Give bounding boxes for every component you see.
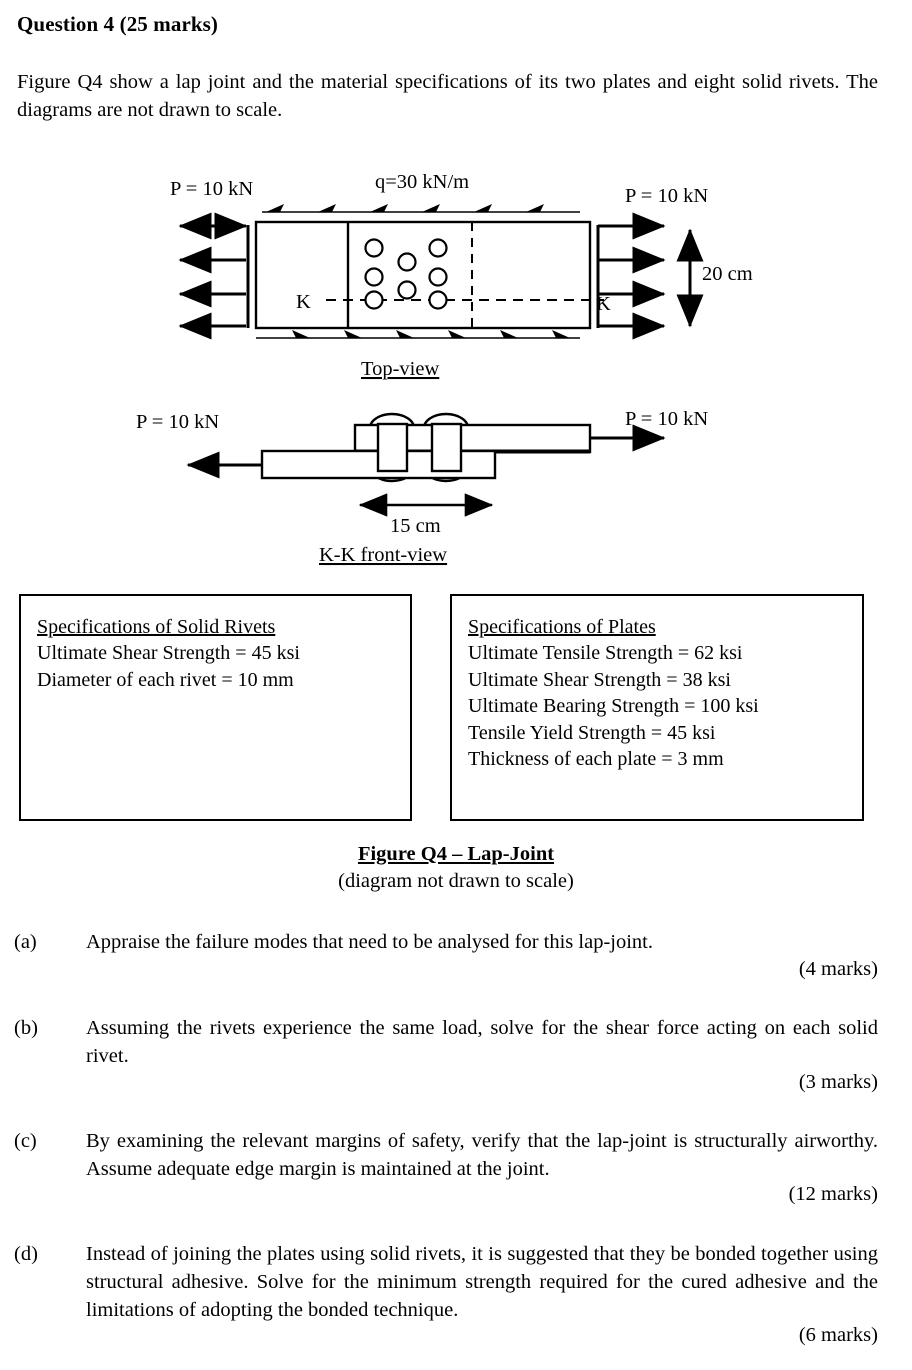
spec-plates-line: Ultimate Tensile Strength = 62 ksi [468, 642, 743, 664]
specifications-plates-box: Specifications of Plates Ultimate Tensil… [450, 594, 864, 821]
topview-left-load-label: P = 10 kN [170, 178, 253, 200]
figure-subcaption: (diagram not drawn to scale) [338, 870, 574, 892]
topview-label: Top-view [361, 358, 439, 380]
section-label-k-left: K [296, 291, 311, 313]
topview-left-load-arrows [178, 212, 250, 340]
spec-rivets-heading: Specifications of Solid Rivets [37, 616, 276, 638]
question-intro-text: Figure Q4 show a lap joint and the mater… [17, 71, 878, 121]
figure-q4-diagram: P = 10 kN q=30 kN/m P = 10 kN K K 20 cm … [0, 160, 912, 580]
part-b-marks: (3 marks) [798, 1071, 878, 1093]
distributed-load-top [262, 204, 580, 213]
part-d-label: (d) [14, 1243, 38, 1265]
height-dimension-label: 20 cm [702, 263, 753, 285]
frontview-left-load-label: P = 10 kN [136, 411, 219, 433]
spec-plates-heading: Specifications of Plates [468, 616, 656, 638]
specifications-rivets-box: Specifications of Solid Rivets Ultimate … [19, 594, 412, 821]
part-d-marks: (6 marks) [798, 1324, 878, 1346]
part-a-text: Appraise the failure modes that need to … [86, 931, 653, 953]
rivet-hole [428, 238, 448, 258]
rivet-shank [376, 422, 409, 473]
part-a-label: (a) [14, 931, 37, 953]
figure-caption: Figure Q4 – Lap-Joint [357, 843, 555, 865]
distributed-load-bottom [256, 330, 580, 339]
lap-joint-svg: P = 10 kN q=30 kN/m P = 10 kN K K 20 cm … [136, 171, 753, 566]
spec-rivets-line: Ultimate Shear Strength = 45 ksi [37, 642, 300, 664]
part-b-label: (b) [14, 1017, 38, 1039]
rivet-hole [364, 238, 384, 258]
part-d-text: Instead of joining the plates using soli… [86, 1243, 878, 1321]
frontview-label: K-K front-view [319, 544, 447, 566]
spec-rivets-line: Diameter of each rivet = 10 mm [37, 668, 294, 691]
spec-plates-line: Tensile Yield Strength = 45 ksi [468, 721, 716, 744]
distributed-load-label: q=30 kN/m [375, 171, 469, 193]
spec-plates-line: Thickness of each plate = 3 mm [468, 748, 724, 770]
rivet-hole [397, 280, 417, 300]
rivet-hole [428, 267, 448, 287]
part-b-text: Assuming the rivets experience the same … [86, 1017, 878, 1067]
rivet-shank [430, 422, 463, 473]
rivet-hole [397, 252, 417, 272]
exam-question-page: Question 4 (25 marks) Figure Q4 show a l… [0, 0, 912, 1370]
part-c-marks: (12 marks) [788, 1183, 878, 1205]
part-a-marks: (4 marks) [798, 958, 878, 980]
topview-right-load-label: P = 10 kN [625, 185, 708, 207]
spec-plates-line: Ultimate Shear Strength = 38 ksi [468, 668, 731, 691]
spec-plates-line: Ultimate Bearing Strength = 100 ksi [468, 695, 759, 717]
width-dimension-label: 15 cm [390, 515, 441, 537]
part-c-text: By examining the relevant margins of saf… [86, 1130, 878, 1180]
rivet-hole [364, 267, 384, 287]
frontview-right-load-label: P = 10 kN [625, 408, 708, 430]
rivet-hole [428, 290, 448, 310]
part-c-label: (c) [14, 1130, 37, 1152]
page-title: Question 4 (25 marks) [17, 12, 219, 36]
rivet-hole [364, 290, 384, 310]
